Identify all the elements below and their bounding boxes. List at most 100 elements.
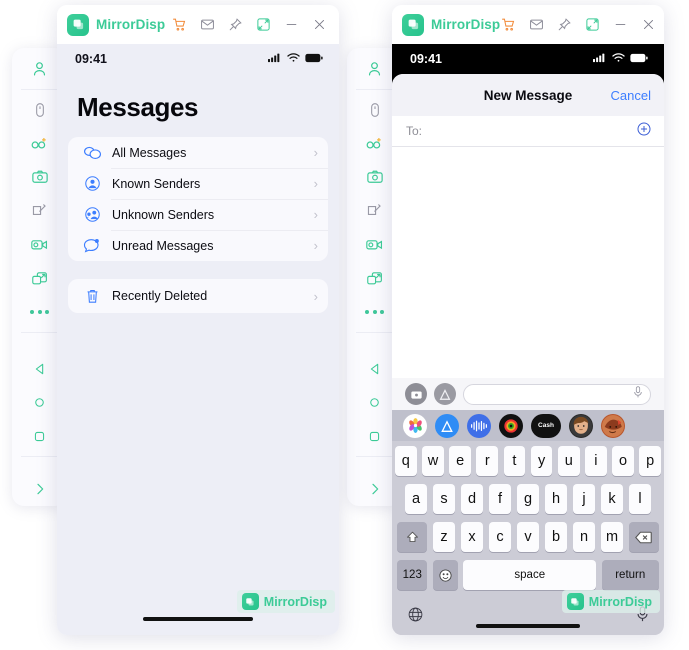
key-n[interactable]: n xyxy=(572,522,596,552)
globe-icon[interactable] xyxy=(407,606,424,628)
key-j[interactable]: j xyxy=(572,484,596,514)
right-window-titlebar: MirrorDisp xyxy=(392,5,664,44)
key-z[interactable]: z xyxy=(432,522,456,552)
page-title: New Message xyxy=(483,87,573,103)
right-status-bar: 09:41 xyxy=(392,44,664,74)
key-y[interactable]: y xyxy=(530,446,553,476)
key-e[interactable]: e xyxy=(449,446,471,476)
to-field-row[interactable]: To: xyxy=(392,116,664,147)
close-icon[interactable] xyxy=(640,16,657,33)
key-o[interactable]: o xyxy=(612,446,634,476)
chevron-right-icon: › xyxy=(313,145,318,160)
emoji-icon[interactable] xyxy=(432,560,458,590)
key-g[interactable]: g xyxy=(516,484,540,514)
music-app-icon[interactable] xyxy=(499,413,523,438)
battery-full-icon xyxy=(305,52,323,66)
watermark-label: MirrorDisp xyxy=(588,594,652,609)
cart-icon[interactable] xyxy=(171,16,188,33)
key-f[interactable]: f xyxy=(488,484,512,514)
right-window: MirrorDisp 09:41 New Message Cancel To: … xyxy=(392,5,664,635)
cancel-button[interactable]: Cancel xyxy=(611,88,651,103)
list-item-recently-deleted[interactable]: Recently Deleted › xyxy=(68,279,328,313)
key-u[interactable]: u xyxy=(557,446,580,476)
fullscreen-icon[interactable] xyxy=(255,16,272,33)
key-t[interactable]: t xyxy=(503,446,526,476)
key-v[interactable]: v xyxy=(516,522,540,552)
stickers-app-icon[interactable] xyxy=(601,413,625,438)
key-r[interactable]: r xyxy=(476,446,499,476)
photos-app-icon[interactable] xyxy=(403,413,427,438)
minimize-icon[interactable] xyxy=(283,16,300,33)
app-name-label: MirrorDisp xyxy=(96,17,166,32)
app-store-icon[interactable]: △ xyxy=(434,383,456,405)
watermark-label: MirrorDisp xyxy=(263,594,327,609)
cart-icon[interactable] xyxy=(500,16,517,33)
minimize-icon[interactable] xyxy=(612,16,629,33)
sidebar-divider-3 xyxy=(355,456,394,458)
fullscreen-icon[interactable] xyxy=(584,16,601,33)
sidebar-divider-1 xyxy=(355,88,394,90)
left-titlebar-actions xyxy=(171,16,328,33)
camera-icon[interactable] xyxy=(405,383,427,405)
home-indicator xyxy=(143,617,253,621)
key-b[interactable]: b xyxy=(544,522,568,552)
apple-cash-app-icon[interactable]: Cash xyxy=(531,413,561,438)
sheet-navbar: New Message Cancel xyxy=(392,74,664,116)
key-k[interactable]: k xyxy=(600,484,624,514)
mail-icon[interactable] xyxy=(199,16,216,33)
list-item-label: Unknown Senders xyxy=(112,207,215,222)
list-item-known-senders[interactable]: Known Senders › xyxy=(68,168,328,199)
more-icon xyxy=(365,310,384,315)
shift-icon[interactable] xyxy=(397,522,428,552)
add-contact-plus-icon[interactable] xyxy=(636,121,652,142)
list-item-all-messages[interactable]: All Messages › xyxy=(68,137,328,168)
audio-message-app-icon[interactable] xyxy=(467,413,491,438)
message-text-input[interactable] xyxy=(463,383,651,405)
left-status-bar: 09:41 xyxy=(57,44,339,74)
battery-full-icon xyxy=(630,52,648,66)
chevron-right-icon: › xyxy=(313,176,318,191)
pin-icon[interactable] xyxy=(556,16,573,33)
sidebar-divider-1 xyxy=(20,88,59,90)
list-item-label: All Messages xyxy=(112,145,187,160)
mirror-logo-icon xyxy=(402,13,424,36)
to-field-label: To: xyxy=(406,124,423,138)
microphone-icon[interactable] xyxy=(633,385,643,403)
key-s[interactable]: s xyxy=(432,484,456,514)
list-item-label: Unread Messages xyxy=(112,238,214,253)
list-item-unknown-senders[interactable]: Unknown Senders › xyxy=(68,199,328,230)
memoji-app-icon[interactable] xyxy=(569,413,593,438)
key-w[interactable]: w xyxy=(422,446,444,476)
close-icon[interactable] xyxy=(311,16,328,33)
key-p[interactable]: p xyxy=(639,446,662,476)
numbers-key[interactable]: 123 xyxy=(397,560,428,590)
mail-icon[interactable] xyxy=(528,16,545,33)
app-store-app-icon[interactable]: △ xyxy=(435,413,459,438)
chat-bubbles-icon xyxy=(81,145,103,161)
key-d[interactable]: d xyxy=(460,484,484,514)
key-i[interactable]: i xyxy=(585,446,607,476)
status-time: 09:41 xyxy=(75,52,107,66)
wifi-icon xyxy=(612,52,625,66)
pin-icon[interactable] xyxy=(227,16,244,33)
left-phone-screen: 09:41 Messages All Messages › Known Send… xyxy=(57,44,339,635)
message-filters-card: All Messages › Known Senders › Unknown S… xyxy=(68,137,328,261)
chevron-right-icon: › xyxy=(313,207,318,222)
apple-cash-label: Cash xyxy=(538,422,554,429)
key-x[interactable]: x xyxy=(460,522,484,552)
key-h[interactable]: h xyxy=(544,484,568,514)
backspace-icon[interactable] xyxy=(628,522,659,552)
key-l[interactable]: l xyxy=(628,484,652,514)
return-key[interactable]: return xyxy=(601,560,659,590)
new-message-sheet: New Message Cancel To: △ △ Cash q w e r … xyxy=(392,74,664,635)
key-c[interactable]: c xyxy=(488,522,512,552)
key-m[interactable]: m xyxy=(600,522,624,552)
space-key[interactable]: space xyxy=(463,560,597,590)
key-a[interactable]: a xyxy=(404,484,428,514)
page-title: Messages xyxy=(77,92,199,122)
chevron-right-icon: › xyxy=(313,238,318,253)
key-q[interactable]: q xyxy=(394,446,417,476)
list-item-unread-messages[interactable]: Unread Messages › xyxy=(68,230,328,261)
keyboard-row-3: z x c v b n m xyxy=(395,522,661,552)
status-time: 09:41 xyxy=(410,52,442,66)
